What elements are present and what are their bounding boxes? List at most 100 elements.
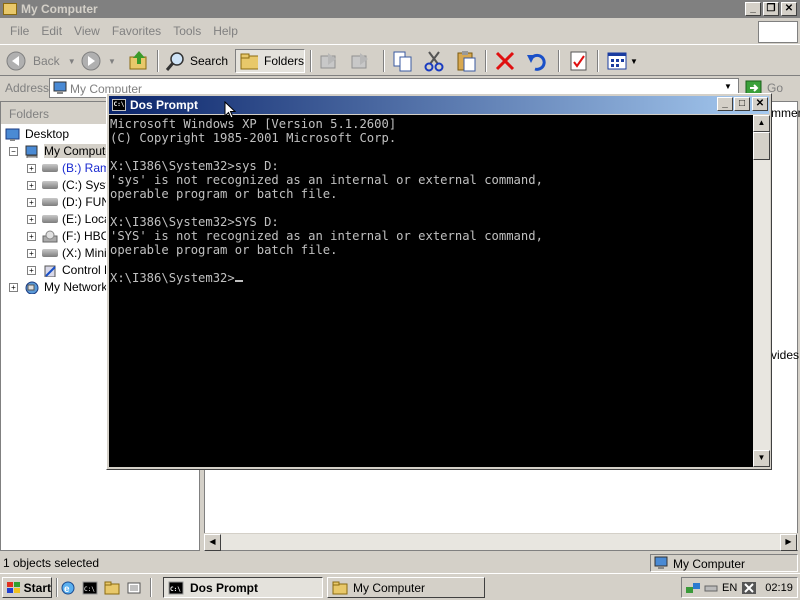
dos-minimize-button[interactable]: _ — [717, 97, 733, 111]
folder-icon[interactable] — [104, 580, 120, 596]
address-label: Address — [5, 81, 50, 95]
cut-icon — [424, 51, 444, 72]
expand-icon[interactable]: + — [27, 214, 36, 224]
toolbar-separator — [310, 50, 312, 72]
folder-icon — [332, 581, 348, 594]
menu-tools[interactable]: Tools — [173, 24, 201, 38]
internet-explorer-icon[interactable]: e — [60, 580, 76, 596]
tree-item-desktop[interactable]: Desktop — [5, 126, 69, 142]
explorer-title-bar[interactable]: My Computer — [0, 0, 800, 18]
menu-file[interactable]: File — [10, 24, 29, 38]
scroll-right-button[interactable]: ▶ — [780, 534, 797, 551]
svg-text:e: e — [64, 584, 70, 595]
up-folder-icon — [129, 51, 147, 70]
language-indicator[interactable]: EN — [722, 582, 737, 594]
network-icon — [25, 281, 39, 294]
back-button[interactable]: Back ▼ — [5, 49, 76, 73]
expand-icon[interactable]: + — [27, 163, 36, 173]
expand-icon[interactable]: + — [27, 197, 36, 207]
tree-item-my-network[interactable]: + My Network — [9, 279, 107, 295]
start-button[interactable]: Start — [2, 577, 52, 598]
toolbar-separator — [485, 50, 487, 72]
delete-button[interactable] — [494, 49, 516, 73]
tree-label: (C:) Syst — [62, 178, 109, 192]
cut-button[interactable] — [423, 49, 445, 73]
maximize-button[interactable]: ❐ — [763, 2, 779, 16]
up-folder-button[interactable] — [128, 49, 150, 73]
forward-dropdown-icon[interactable]: ▼ — [108, 57, 116, 66]
search-label: Search — [190, 54, 229, 68]
task-my-computer[interactable]: My Computer — [327, 577, 485, 598]
tree-item-control-panel[interactable]: + Control P — [27, 262, 112, 278]
tree-label: (D:) FUN — [62, 195, 110, 209]
expand-icon[interactable]: + — [27, 231, 36, 241]
forward-button[interactable]: ▼ — [80, 49, 116, 73]
tree-label: My Network — [44, 280, 108, 294]
properties-icon — [570, 51, 587, 71]
console-line: X:\I386\System32>sys D: — [110, 159, 279, 173]
task-label: Dos Prompt — [190, 580, 259, 595]
console-icon[interactable]: C:\ — [82, 580, 98, 596]
menu-edit[interactable]: Edit — [41, 24, 62, 38]
menu-throbber — [758, 21, 798, 43]
usb-tray-icon[interactable] — [703, 581, 719, 595]
tree-item-drive-c[interactable]: + (C:) Syst — [27, 177, 109, 193]
scroll-up-button[interactable]: ▲ — [753, 115, 770, 132]
network-tray-icon[interactable] — [685, 581, 701, 595]
expand-icon[interactable]: + — [27, 265, 36, 275]
dos-title: Dos Prompt — [130, 98, 199, 112]
computer-icon — [53, 81, 67, 94]
back-dropdown-icon[interactable]: ▼ — [68, 57, 76, 66]
tree-item-drive-e[interactable]: + (E:) Loca — [27, 211, 111, 227]
status-selection: 1 objects selected — [3, 556, 100, 570]
folders-button[interactable]: Folders — [235, 49, 305, 73]
menu-view[interactable]: View — [74, 24, 100, 38]
close-tray-icon[interactable] — [741, 581, 757, 595]
tree-item-drive-d[interactable]: + (D:) FUN — [27, 194, 110, 210]
copy-button[interactable] — [392, 49, 414, 73]
copy-to-button[interactable] — [349, 49, 371, 73]
windows-logo-icon — [7, 581, 20, 593]
move-to-icon — [320, 53, 336, 69]
minimize-button[interactable]: _ — [745, 2, 761, 16]
menu-favorites[interactable]: Favorites — [112, 24, 161, 38]
expand-icon[interactable]: + — [27, 180, 36, 190]
console-icon: C:\ — [168, 581, 184, 594]
horizontal-scrollbar[interactable]: ◀ ▶ — [204, 533, 798, 551]
column-header-fragment: mment — [771, 106, 800, 120]
views-dropdown-icon[interactable]: ▼ — [630, 57, 638, 66]
address-dropdown-icon[interactable]: ▼ — [724, 82, 732, 91]
copy-to-icon — [351, 53, 368, 69]
console-output[interactable]: Microsoft Windows XP [Version 5.1.2600](… — [109, 115, 753, 467]
views-button[interactable]: ▼ — [606, 49, 638, 73]
undo-button[interactable] — [526, 49, 548, 73]
dos-title-bar[interactable]: C:\ Dos Prompt — [109, 96, 769, 114]
scroll-left-button[interactable]: ◀ — [204, 534, 221, 551]
tree-item-drive-b[interactable]: + (B:) Ram — [27, 160, 110, 176]
delete-icon — [495, 51, 515, 71]
paste-button[interactable] — [455, 49, 477, 73]
tree-item-drive-f[interactable]: + (F:) HBC — [27, 228, 109, 244]
search-button[interactable]: Search — [164, 49, 228, 73]
scroll-down-button[interactable]: ▼ — [753, 450, 770, 467]
menu-help[interactable]: Help — [213, 24, 238, 38]
tree-item-my-computer[interactable]: − My Compute — [9, 143, 113, 159]
tree-item-drive-x[interactable]: + (X:) Mini — [27, 245, 107, 261]
scroll-thumb[interactable] — [753, 132, 770, 160]
dos-close-button[interactable]: ✕ — [752, 97, 768, 111]
move-to-button[interactable] — [318, 49, 340, 73]
vertical-scrollbar[interactable]: ▲ ▼ — [753, 115, 770, 467]
collapse-icon[interactable]: − — [9, 146, 18, 156]
dos-maximize-button[interactable]: □ — [734, 97, 750, 111]
show-desktop-icon[interactable] — [126, 580, 142, 596]
console-line: 'sys' is not recognized as an internal o… — [110, 173, 543, 187]
toolbar-separator — [157, 50, 159, 72]
task-dos-prompt[interactable]: C:\ Dos Prompt — [163, 577, 323, 598]
properties-button[interactable] — [568, 49, 590, 73]
expand-icon[interactable]: + — [27, 248, 36, 258]
expand-icon[interactable]: + — [9, 282, 18, 292]
close-button[interactable]: ✕ — [781, 2, 797, 16]
toolbar-separator — [383, 50, 385, 72]
